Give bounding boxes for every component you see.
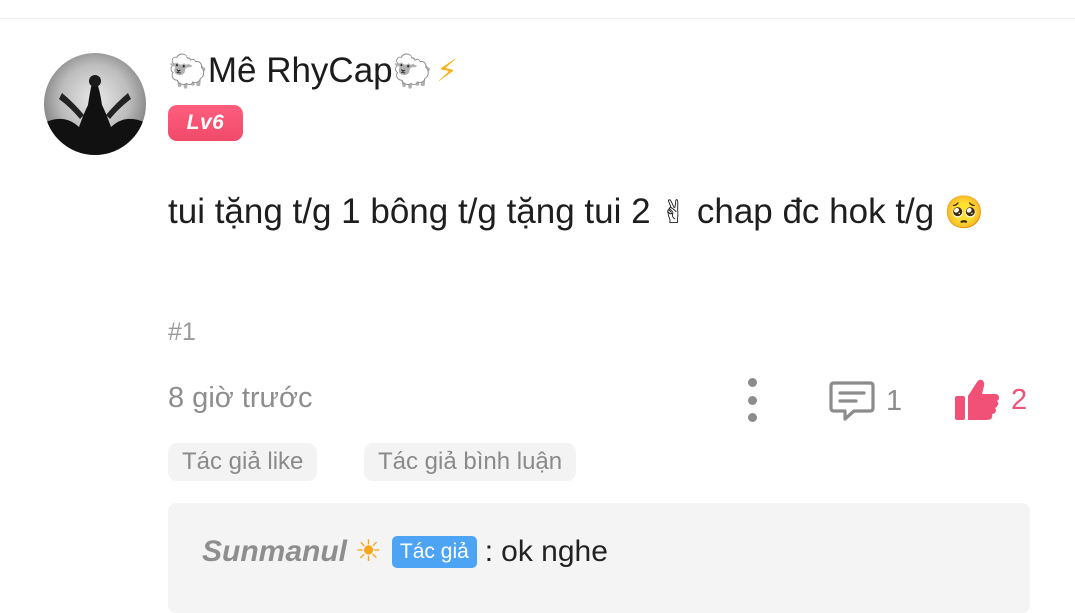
comment-username[interactable]: 🐑 Mê RhyCap 🐑 ⚡ (168, 46, 458, 96)
more-dot (747, 395, 757, 405)
pleading-face-icon: 🥺 (943, 193, 984, 231)
comment-icon (829, 381, 875, 421)
reply-separator: : (484, 534, 494, 568)
level-badge: Lv6 (168, 105, 243, 141)
comment-timestamp: 8 giờ trước (168, 382, 313, 414)
like-count: 2 (1011, 383, 1028, 416)
reply-preview[interactable]: Sunmanul ☀ Tác giả : ok nghe (168, 503, 1030, 613)
thumbs-up-icon (955, 379, 999, 420)
reply-username[interactable]: Sunmanul (202, 535, 347, 569)
reply-text: ok nghe (501, 534, 608, 568)
avatar-image (44, 75, 146, 155)
tag-author-commented: Tác giả bình luận (364, 443, 577, 481)
author-badge: Tác giả (391, 535, 477, 568)
username-text: Mê RhyCap (207, 51, 393, 90)
sun-icon: ☀ (355, 534, 382, 569)
reply-button[interactable]: 1 (828, 378, 902, 424)
sheep-icon: 🐑 (168, 52, 208, 90)
tag-author-liked: Tác giả like (168, 443, 318, 481)
comment-text-part: tui tặng t/g 1 bông t/g tặng tui 2 (168, 192, 661, 231)
more-dot (747, 413, 757, 422)
more-vertical-icon[interactable] (740, 378, 764, 422)
reply-item: Sunmanul ☀ Tác giả : ok nghe (202, 534, 608, 569)
reply-count: 1 (886, 384, 903, 417)
like-button[interactable]: 2 (953, 376, 1027, 424)
comment-text-part: chap đc hok t/g (687, 192, 944, 231)
top-divider (0, 18, 1075, 19)
comment-text: tui tặng t/g 1 bông t/g tặng tui 2 ✌ cha… (168, 184, 1028, 240)
lightning-icon: ⚡ (436, 53, 458, 89)
avatar[interactable] (44, 53, 146, 155)
comment-floor-number: #1 (168, 318, 196, 346)
more-dot (747, 378, 757, 387)
sheep-icon: 🐑 (392, 52, 433, 90)
victory-hand-icon: ✌ (660, 193, 688, 231)
